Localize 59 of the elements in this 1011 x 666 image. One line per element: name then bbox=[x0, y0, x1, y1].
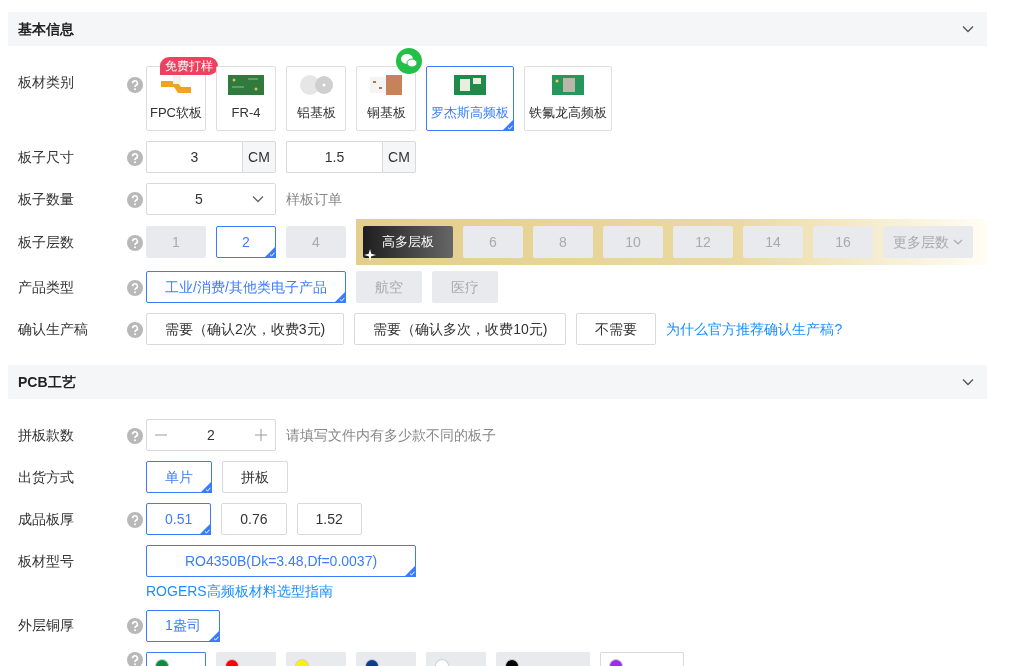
section-header[interactable]: 基本信息 bbox=[8, 12, 987, 46]
board-icon bbox=[550, 72, 586, 97]
option-button[interactable]: RO4350B(Dk=3.48,Df=0.0037) bbox=[146, 545, 416, 577]
option-button[interactable]: 需要（确认多次，收费10元) bbox=[354, 313, 567, 345]
size-input[interactable]: 3 bbox=[146, 141, 242, 173]
field-label: 板子层数 bbox=[17, 232, 75, 252]
check-icon bbox=[264, 246, 276, 258]
option-button[interactable]: 工业/消费/其他类电子产品 bbox=[146, 271, 346, 303]
field-label: 板材类别 bbox=[17, 73, 75, 92]
check-icon bbox=[333, 291, 346, 303]
field-label: 外层铜厚 bbox=[17, 616, 75, 635]
field-label: 板子数量 bbox=[17, 189, 75, 209]
check-icon bbox=[200, 481, 212, 493]
field-label: 成品板厚 bbox=[17, 509, 75, 529]
section-title: 基本信息 bbox=[18, 19, 74, 39]
option-button[interactable]: 不需要 bbox=[576, 313, 657, 345]
section-title: PCB工艺 bbox=[18, 372, 76, 392]
board-type-tile[interactable]: 铜基板 bbox=[356, 66, 416, 131]
quantity-select[interactable]: 5 bbox=[146, 183, 276, 215]
option-button[interactable]: 1盎司 bbox=[146, 609, 220, 642]
board-icon bbox=[368, 72, 404, 97]
option-button[interactable]: 0.51 bbox=[146, 503, 212, 535]
field-label: 板材型号 bbox=[17, 552, 75, 571]
plus-icon bbox=[255, 429, 267, 441]
help-link[interactable]: 为什么官方推荐确认生产稿? bbox=[666, 318, 843, 340]
board-type-tile[interactable]: 罗杰斯高频板 bbox=[426, 66, 514, 131]
sparkle-icon bbox=[364, 249, 376, 261]
option-button[interactable]: 2 bbox=[216, 226, 276, 258]
section-header[interactable]: PCB工艺 bbox=[8, 365, 987, 399]
board-type-tile[interactable]: 铁氟龙高频板 bbox=[524, 66, 612, 131]
premium-label: 高多层板 bbox=[363, 226, 453, 258]
hint-text: 样板订单 bbox=[286, 189, 342, 209]
unit-label: CM bbox=[382, 141, 416, 173]
field-label: 出货方式 bbox=[17, 467, 75, 487]
option-button[interactable]: 需要（确认2次，收费3元) bbox=[146, 313, 345, 345]
board-type-tile[interactable]: 铝基板 bbox=[286, 66, 346, 131]
check-icon bbox=[404, 565, 416, 577]
unit-label: CM bbox=[242, 141, 276, 173]
board-type-tile[interactable]: FR-4 bbox=[216, 66, 276, 131]
option-button[interactable]: 单片 bbox=[146, 461, 212, 493]
promo-badge: 免费打样 bbox=[160, 57, 218, 75]
board-icon bbox=[228, 72, 264, 97]
quantity-stepper[interactable]: 2 bbox=[146, 419, 276, 451]
option-button[interactable]: 1.52 bbox=[296, 503, 362, 535]
board-icon bbox=[298, 72, 334, 97]
check-icon bbox=[207, 629, 220, 642]
guide-link[interactable]: ROGERS高频板材料选型指南 bbox=[146, 582, 333, 600]
board-icon bbox=[452, 72, 488, 97]
option-button[interactable]: 拼板 bbox=[222, 461, 288, 493]
check-icon bbox=[199, 523, 212, 535]
check-icon bbox=[502, 119, 514, 131]
color-option[interactable] bbox=[146, 651, 206, 666]
size-input[interactable]: 1.5 bbox=[286, 141, 382, 173]
field-label: 拼板款数 bbox=[17, 425, 75, 445]
field-label: 确认生产稿 bbox=[17, 319, 89, 339]
field-label: 板子尺寸 bbox=[17, 147, 75, 167]
field-label: 产品类型 bbox=[17, 277, 75, 297]
option-button[interactable]: 0.76 bbox=[221, 503, 287, 535]
hint-text: 请填写文件内有多少款不同的板子 bbox=[286, 425, 496, 445]
